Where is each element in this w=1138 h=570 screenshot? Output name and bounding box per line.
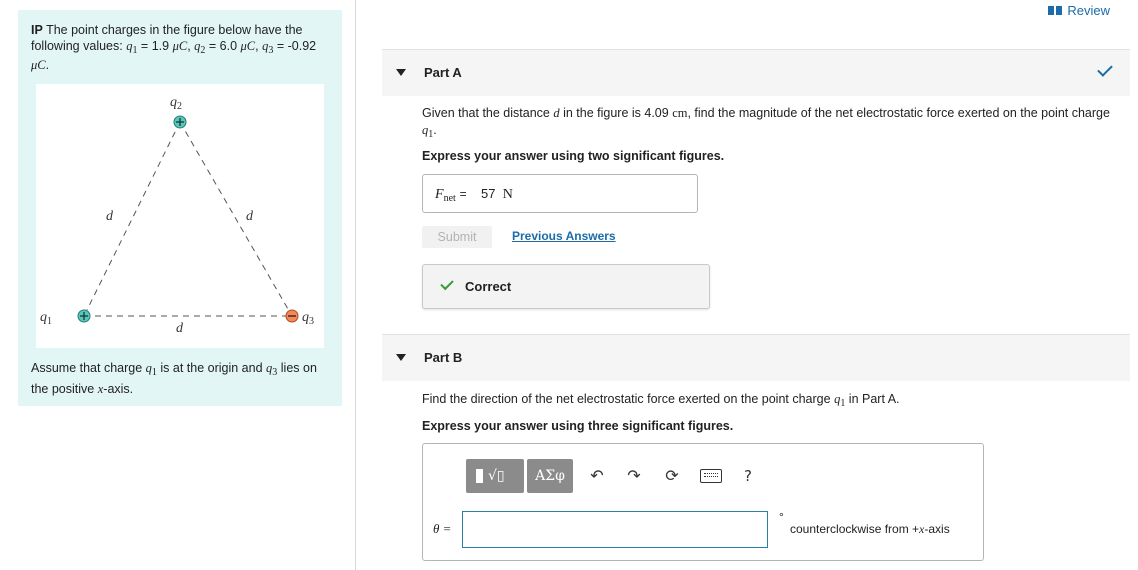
collapse-triangle-icon: [396, 69, 406, 76]
part-a-answer-value: 57 N: [481, 186, 513, 202]
part-a-question: Given that the distance d in the figure …: [422, 106, 1110, 140]
figure-svg: q2 q1 q3 d d d: [40, 95, 314, 336]
charge-triangle-figure: q2 q1 q3 d d d: [36, 84, 324, 348]
q1-label: q1: [40, 310, 52, 327]
part-b-title: Part B: [424, 350, 463, 365]
q2-symbol: q2: [194, 38, 206, 56]
q2-label: q2: [170, 95, 182, 112]
checkmark-icon: [1097, 61, 1113, 77]
intro-prefix: IP: [31, 23, 43, 37]
help-button[interactable]: ?: [741, 465, 755, 487]
q1-value: 1.9: [151, 38, 170, 53]
correct-feedback: Correct: [422, 264, 710, 309]
collapse-triangle-icon: [396, 354, 406, 361]
book-icon: [1048, 6, 1063, 15]
side-label-left: d: [106, 209, 114, 224]
q1-symbol: q1: [126, 38, 138, 56]
correct-label: Correct: [465, 279, 512, 294]
square-template-icon: [476, 469, 483, 483]
part-b-answer-box: √▯ ΑΣφ ↶ ↷ ⟳ ? θ = ° counterclockwise fr…: [422, 443, 984, 561]
templates-button[interactable]: √▯: [466, 459, 524, 493]
side-q1-q2: [83, 121, 181, 317]
undo-icon[interactable]: ↶: [586, 465, 608, 487]
check-icon: [440, 276, 454, 291]
q3-value: -0.92: [287, 38, 317, 53]
assumption-text: Assume that charge q1 is at the origin a…: [31, 361, 317, 396]
side-label-right: d: [246, 209, 254, 224]
q2-unit: μC: [240, 38, 256, 53]
sqrt-icon: √▯: [488, 468, 505, 484]
side-label-bottom: d: [176, 321, 184, 336]
part-a-title: Part A: [424, 65, 462, 80]
degree-symbol: °: [779, 510, 784, 524]
reset-icon[interactable]: ⟳: [661, 465, 683, 487]
q3-symbol: q3: [262, 38, 274, 56]
side-q2-q3: [179, 121, 293, 317]
q2-value: 6.0: [219, 38, 238, 53]
q3-unit: μC: [31, 58, 46, 72]
previous-answers-link[interactable]: Previous Answers: [512, 229, 616, 243]
q1-unit: μC: [172, 38, 188, 53]
problem-panel: IP The point charges in the figure below…: [18, 10, 342, 406]
part-b-instruction: Express your answer using three signific…: [422, 419, 734, 433]
redo-icon[interactable]: ↷: [623, 465, 645, 487]
part-a-answer-box: Fnet = 57 N: [422, 174, 698, 213]
part-a-header[interactable]: Part A: [382, 49, 1130, 96]
greek-symbols-button[interactable]: ΑΣφ: [527, 459, 573, 493]
greek-label: ΑΣφ: [535, 468, 565, 484]
review-link[interactable]: Review: [1048, 3, 1110, 18]
q3-label: q3: [302, 310, 314, 327]
submit-button[interactable]: Submit: [422, 226, 492, 248]
f-net-label: Fnet =: [435, 187, 467, 204]
problem-intro: IP The point charges in the figure below…: [31, 23, 317, 72]
part-b-header[interactable]: Part B: [382, 334, 1130, 381]
keyboard-icon[interactable]: [698, 465, 724, 487]
panel-divider: [355, 0, 356, 570]
part-b-question: Find the direction of the net electrosta…: [422, 392, 900, 409]
theta-label: θ =: [433, 521, 452, 536]
part-a-instruction: Express your answer using two significan…: [422, 149, 725, 163]
theta-input[interactable]: [462, 511, 768, 548]
review-label: Review: [1067, 3, 1110, 18]
